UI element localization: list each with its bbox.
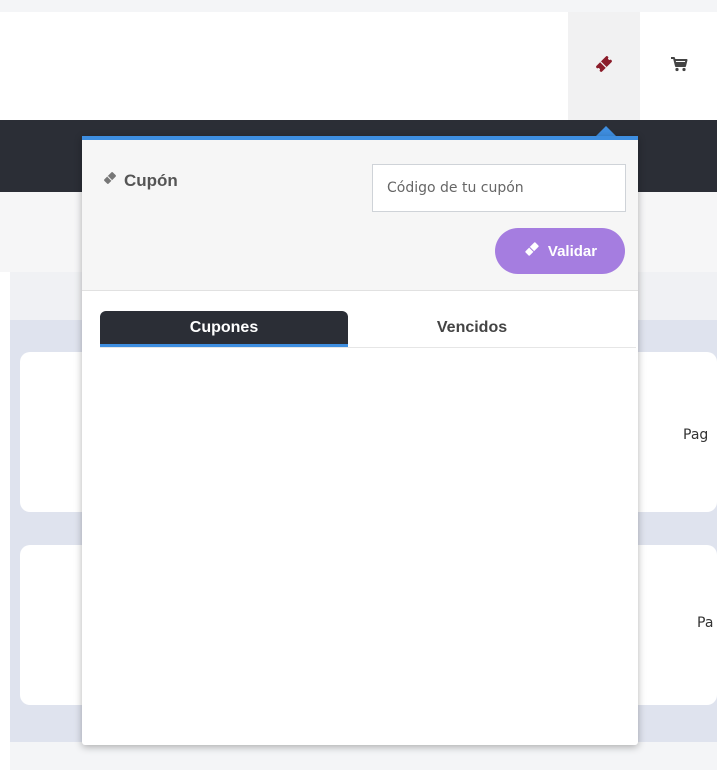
coupon-title-label: Cupón [124,170,178,190]
card-status-text: Pag [683,427,709,443]
bottom-strip [10,742,717,770]
coupon-popover: Cupón Validar Cupones Vencidos [82,136,638,745]
tab-cupones[interactable]: Cupones [100,311,348,347]
coupon-tabs: Cupones Vencidos [100,311,636,348]
top-strip [0,0,717,12]
header-coupon-button[interactable] [568,12,640,120]
coupon-list-panel [82,348,638,745]
popover-arrow [596,126,616,136]
card-status-text: Pa [697,615,714,631]
header-cart-button[interactable] [641,12,717,120]
coupon-form-area: Cupón Validar [82,140,638,291]
ticket-icon [102,170,118,191]
coupon-code-input[interactable] [372,164,626,212]
validate-button[interactable]: Validar [495,228,625,274]
validate-button-label: Validar [547,242,598,260]
tab-vencidos[interactable]: Vencidos [348,311,596,344]
coupon-title: Cupón [102,170,178,191]
coupon-ticket-icon [593,53,615,80]
ticket-icon [523,240,541,262]
cart-icon [670,56,688,77]
